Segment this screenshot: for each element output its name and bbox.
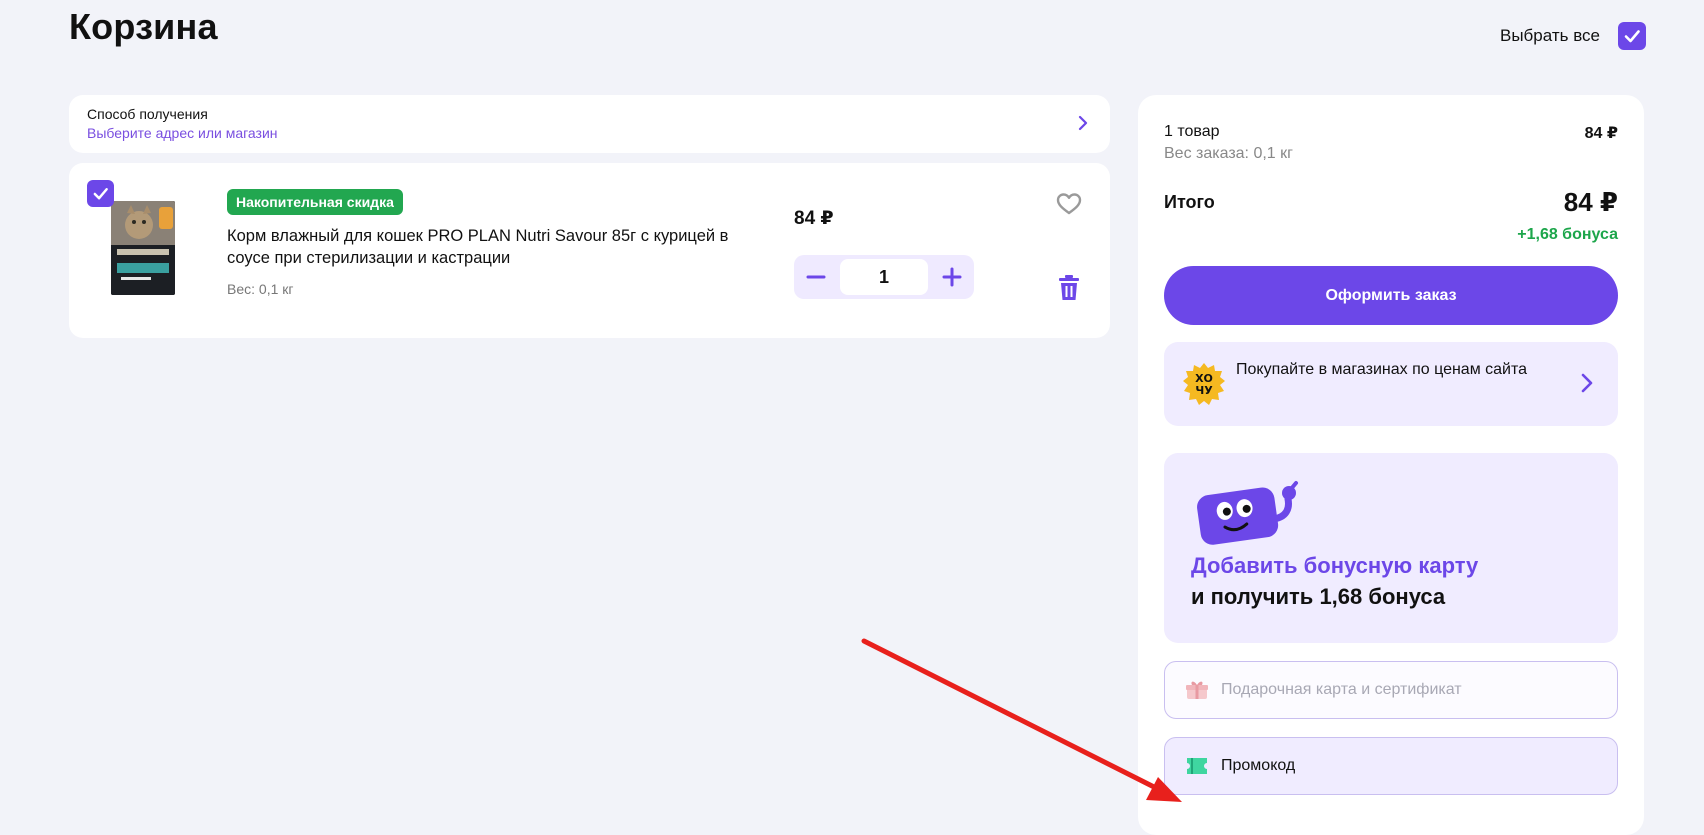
select-all-checkbox[interactable] [1618,22,1646,50]
quantity-stepper: 1 [794,255,974,299]
product-weight: Вес: 0,1 кг [227,281,294,297]
product-image[interactable] [111,201,175,295]
bonus-card-mascot-icon [1197,481,1298,545]
hochu-badge-icon: ХО ЧУ [1183,363,1225,405]
increase-quantity-button[interactable] [930,255,974,299]
gift-card-placeholder: Подарочная карта и сертификат [1221,681,1462,698]
gift-icon [1186,681,1208,699]
gift-card-field[interactable]: Подарочная карта и сертификат [1164,661,1618,719]
minus-icon [806,275,826,279]
quantity-input[interactable]: 1 [840,259,928,295]
select-all-label: Выбрать все [1500,26,1600,45]
bonus-card-title: Добавить бонусную карту [1191,553,1479,578]
item-checkbox[interactable] [87,180,114,207]
product-price: 84 ₽ [794,208,834,229]
heart-icon[interactable] [1056,192,1082,216]
items-subtotal: 84 ₽ [1584,125,1618,142]
chevron-right-icon [1581,373,1593,393]
page-title: Корзина [69,6,218,47]
order-weight: Вес заказа: 0,1 кг [1164,145,1293,162]
total-price: 84 ₽ [1563,187,1618,217]
trash-icon[interactable] [1057,275,1081,301]
discount-badge: Накопительная скидка [227,189,403,215]
delivery-title: Способ получения [87,106,208,122]
plus-icon [942,267,962,287]
order-summary-panel: 1 товар 84 ₽ Вес заказа: 0,1 кг Итого 84… [1138,95,1644,835]
chevron-right-icon [1078,115,1088,131]
total-label: Итого [1164,192,1215,212]
promo-code-field[interactable]: Промокод [1164,737,1618,795]
delivery-subtitle: Выберите адрес или магазин [87,125,278,141]
items-count: 1 товар [1164,123,1220,140]
promo-code-label: Промокод [1221,757,1296,774]
select-all-toggle[interactable]: Выбрать все [1500,22,1646,50]
product-package-image [111,201,175,295]
product-name-link[interactable]: Корм влажный для кошек PRO PLAN Nutri Sa… [227,225,767,269]
store-prices-text: Покупайте в магазинах по ценам сайта [1236,361,1528,378]
check-icon [1624,30,1640,43]
bonus-card-subtitle: и получить 1,68 бонуса [1191,584,1446,609]
store-prices-banner[interactable]: ХО ЧУ Покупайте в магазинах по ценам сай… [1164,342,1618,426]
svg-text:ЧУ: ЧУ [1195,384,1213,397]
add-bonus-card-banner[interactable]: Добавить бонусную карту и получить 1,68 … [1164,453,1618,643]
delivery-method-selector[interactable]: Способ получения Выберите адрес или мага… [69,95,1110,153]
cart-item: Накопительная скидка Корм влажный для ко… [69,163,1110,338]
checkout-button[interactable]: Оформить заказ [1164,266,1618,325]
bonus-amount: +1,68 бонуса [1517,226,1618,243]
check-icon [93,188,108,200]
decrease-quantity-button[interactable] [794,255,838,299]
coupon-icon [1187,758,1207,774]
